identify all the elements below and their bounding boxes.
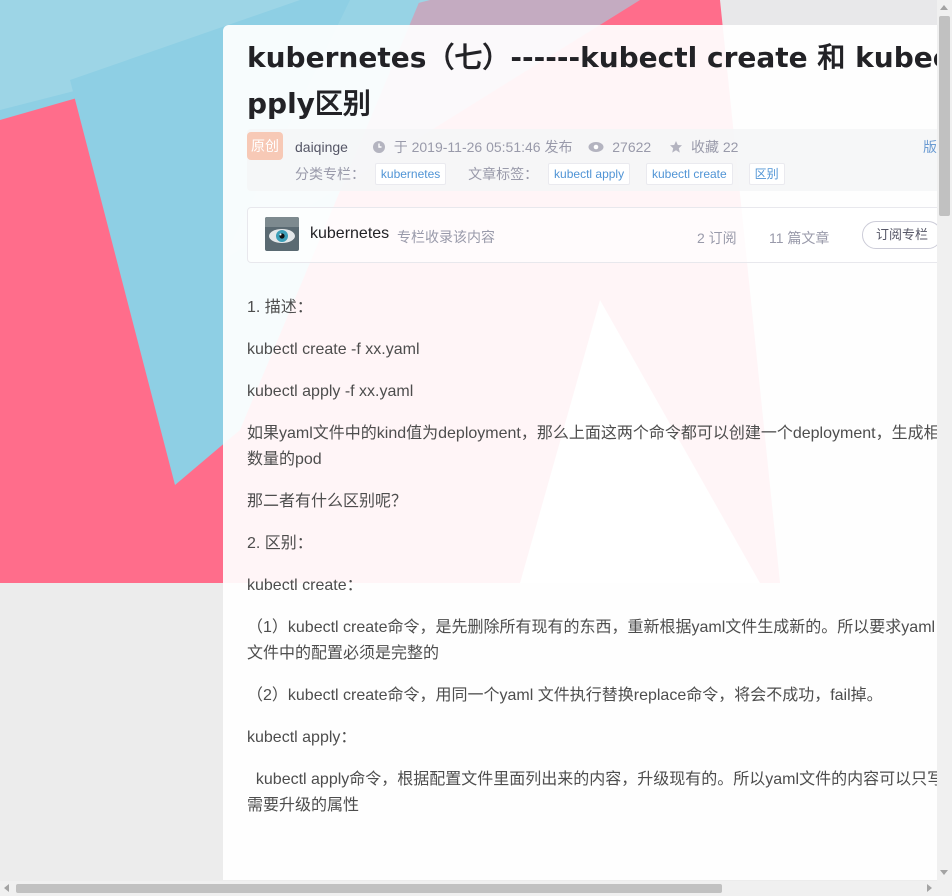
clock-icon [372, 141, 385, 153]
eye-icon [588, 142, 604, 152]
article-title: kubernetes（七）------kubectl create 和 kube… [247, 41, 952, 120]
category-label: 分类专栏： [295, 166, 365, 182]
favorite-count[interactable]: 收藏 22 [691, 137, 738, 157]
subscribe-column-button[interactable]: 订阅专栏 [862, 221, 942, 249]
vertical-scroll-thumb[interactable] [939, 16, 950, 216]
content-paragraph: kubectl apply -f xx.yaml [247, 383, 414, 400]
column-article-count: 11 篇文章 [769, 230, 830, 246]
content-paragraph: 如果yaml文件中的kind值为deployment，那么上面这两个命令都可以创… [247, 425, 952, 468]
star-icon[interactable] [669, 140, 683, 154]
content-paragraph: kubectl create： [247, 577, 363, 594]
article-card: kubernetes（七）------kubectl create 和 kube… [223, 25, 952, 880]
copyright-link[interactable]: 版 [923, 137, 937, 157]
horizontal-scrollbar[interactable] [0, 881, 952, 896]
article-meta: 原创 daiqinge 于 2019-11-26 05:51:46 发布 276… [247, 129, 952, 191]
tag-row: 分类专栏： kubernetes 文章标签： kubectl apply kub… [295, 163, 793, 185]
publish-time: 于 2019-11-26 05:51:46 发布 [393, 139, 573, 155]
column-card: kubernetes 专栏收录该内容 2 订阅 11 篇文章 订阅专栏 [247, 207, 952, 263]
content-paragraph: （1）kubectl create命令，是先删除所有现有的东西，重新根据yaml… [247, 619, 936, 662]
tag-kubectl-create[interactable]: kubectl create [645, 163, 733, 185]
scroll-up-arrow[interactable] [940, 5, 948, 10]
scroll-left-arrow[interactable] [4, 884, 9, 892]
column-subscribers: 2 订阅 [697, 230, 737, 246]
meta-row: daiqinge 于 2019-11-26 05:51:46 发布 27622 … [295, 137, 738, 157]
article-content: 1. 描述： kubectl create -f xx.yaml kubectl… [247, 295, 952, 835]
category-tag[interactable]: kubernetes [374, 163, 447, 185]
content-paragraph: kubectl apply命令，根据配置文件里面列出来的内容，升级现有的。所以y… [247, 771, 944, 814]
view-count: 27622 [612, 139, 652, 155]
tag-difference[interactable]: 区别 [748, 163, 785, 185]
content-paragraph: kubectl create -f xx.yaml [247, 341, 420, 358]
horizontal-scroll-thumb[interactable] [16, 884, 722, 893]
content-paragraph: 1. 描述： [247, 299, 313, 316]
scroll-down-arrow[interactable] [940, 870, 948, 875]
tags-label: 文章标签： [468, 166, 539, 182]
content-paragraph: 那二者有什么区别呢？ [247, 493, 408, 510]
column-name[interactable]: kubernetes [310, 225, 389, 243]
column-avatar[interactable] [265, 217, 299, 251]
column-desc: 专栏收录该内容 [397, 229, 495, 245]
content-paragraph: kubectl apply： [247, 729, 357, 746]
scroll-right-arrow[interactable] [927, 884, 932, 892]
content-paragraph: 2. 区别： [247, 535, 313, 552]
vertical-scrollbar[interactable] [937, 0, 952, 881]
original-badge: 原创 [247, 132, 283, 160]
tag-kubectl-apply[interactable]: kubectl apply [548, 163, 631, 185]
eye-image-icon [265, 217, 299, 251]
content-paragraph: （2）kubectl create命令，用同一个yaml 文件执行替换repla… [247, 687, 883, 704]
author-link[interactable]: daiqinge [295, 139, 348, 155]
